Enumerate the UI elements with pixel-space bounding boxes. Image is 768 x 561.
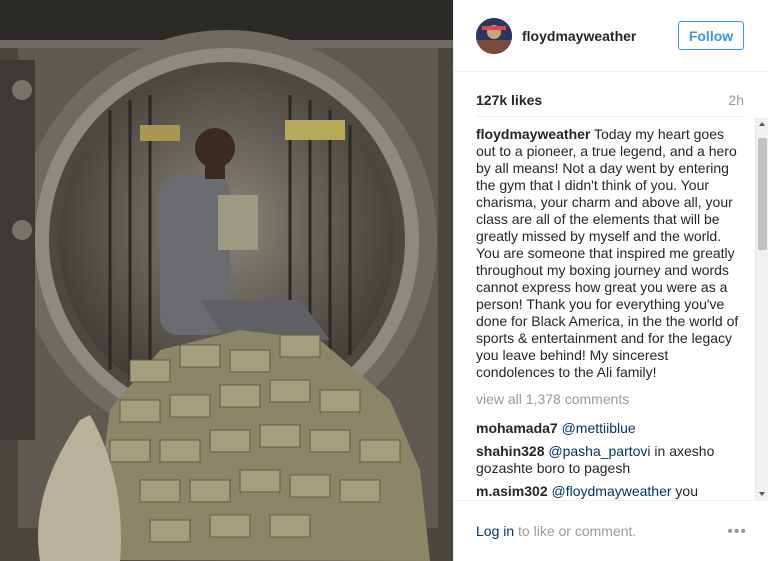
- comment-username[interactable]: shahin328: [476, 443, 544, 459]
- post-header: floydmayweather Follow: [454, 0, 768, 72]
- profile-picture-icon: [476, 18, 512, 54]
- avatar[interactable]: [476, 18, 512, 54]
- more-options-icon[interactable]: •••: [727, 523, 747, 541]
- bank-vault-photo: [0, 0, 453, 561]
- comment-username[interactable]: mohamada7: [476, 420, 558, 436]
- comment-mention[interactable]: @mettiiblue: [562, 420, 636, 436]
- instagram-post-viewer: floydmayweather Follow 127k likes 2h flo…: [0, 0, 768, 561]
- comments-list: floydmayweather Today my heart goes out …: [476, 126, 746, 500]
- login-prompt: Log in to like or comment.: [476, 523, 636, 539]
- post-footer: Log in to like or comment. •••: [454, 500, 768, 561]
- comment-mention[interactable]: @pasha_partovi: [548, 443, 650, 459]
- view-all-comments-link[interactable]: view all 1,378 comments: [476, 391, 746, 408]
- list-item: shahin328 @pasha_partovi in axesho gozas…: [476, 443, 746, 477]
- comment-mention[interactable]: @floydmayweather: [552, 483, 672, 499]
- post-age: 2h: [728, 92, 744, 108]
- scroll-down-arrow-icon[interactable]: [759, 492, 765, 496]
- post-photo[interactable]: [0, 0, 453, 561]
- list-item: mohamada7 @mettiiblue: [476, 420, 746, 437]
- comment-text: you: [671, 483, 699, 499]
- login-link[interactable]: Log in: [476, 523, 514, 539]
- scrollbar-thumb[interactable]: [758, 138, 767, 250]
- caption-username[interactable]: floydmayweather: [476, 126, 590, 142]
- username-link[interactable]: floydmayweather: [522, 28, 636, 44]
- likes-count[interactable]: 127k likes: [476, 92, 542, 108]
- post-sidebar: floydmayweather Follow 127k likes 2h flo…: [453, 0, 768, 561]
- caption: floydmayweather Today my heart goes out …: [476, 126, 746, 381]
- comments-scroll-area[interactable]: floydmayweather Today my heart goes out …: [454, 118, 768, 500]
- comments-scrollbar[interactable]: [755, 118, 768, 500]
- list-item: m.asim302 @floydmayweather you: [476, 483, 746, 500]
- divider: [476, 116, 746, 117]
- login-prompt-text: to like or comment.: [514, 523, 637, 539]
- comment-username[interactable]: m.asim302: [476, 483, 548, 499]
- follow-button[interactable]: Follow: [678, 21, 744, 50]
- caption-text: Today my heart goes out to a pioneer, a …: [476, 126, 739, 380]
- scroll-up-arrow-icon[interactable]: [759, 122, 765, 126]
